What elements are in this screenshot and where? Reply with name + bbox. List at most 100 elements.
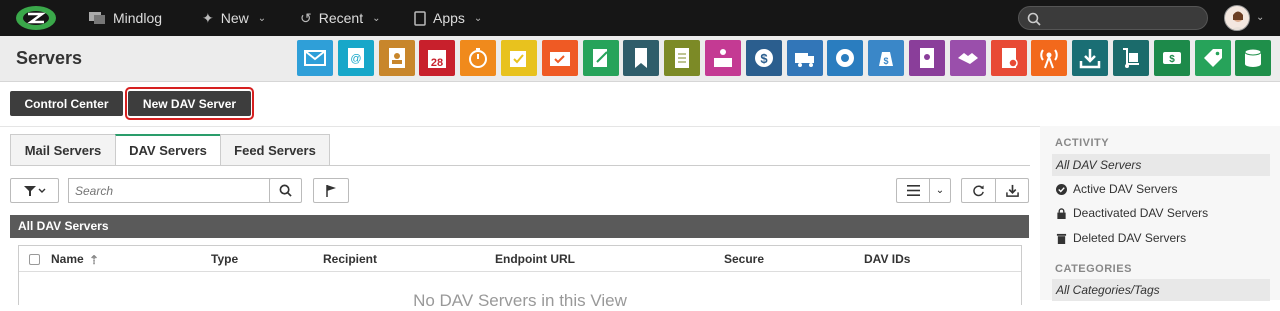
sidebar-item-deactivated-dav-servers[interactable]: Deactivated DAV Servers	[1052, 202, 1270, 224]
sidebar-item-deleted-dav-servers[interactable]: Deleted DAV Servers	[1052, 227, 1270, 249]
lock-icon	[1057, 207, 1066, 219]
search-button[interactable]	[269, 178, 302, 203]
svg-text:$: $	[1169, 54, 1175, 65]
trash-icon	[1056, 233, 1067, 244]
tasks-icon[interactable]	[501, 40, 537, 76]
chevron-down-icon: ⌄	[372, 12, 381, 24]
tabs-baseline	[10, 165, 1030, 166]
hand-truck-icon[interactable]	[1113, 40, 1149, 76]
empty-state-text: No DAV Servers in this View	[413, 291, 627, 310]
zoho-logo-icon[interactable]	[14, 4, 58, 32]
list-view-button[interactable]	[896, 178, 929, 203]
new-menu[interactable]: ✦ New ⌄	[202, 0, 266, 36]
tablet-icon	[414, 10, 426, 26]
column-header-row: Name ⇡ Type Recipient Endpoint URL Secur…	[19, 246, 1021, 272]
monitor-icon	[89, 12, 105, 24]
tab-feed-servers[interactable]: Feed Servers	[220, 134, 330, 166]
new-label: New	[220, 10, 249, 26]
search-icon	[1027, 12, 1041, 26]
dollar-icon[interactable]: $	[745, 40, 782, 76]
right-sidebar: ACTIVITY All DAV Servers Active DAV Serv…	[1040, 126, 1280, 301]
refresh-icon	[973, 185, 984, 197]
divider	[0, 126, 1040, 127]
sidebar-item-label: All Categories/Tags	[1056, 283, 1160, 297]
sidebar-item-all-dav-servers[interactable]: All DAV Servers	[1052, 154, 1270, 176]
bookmark-icon[interactable]	[623, 40, 660, 76]
svg-text:$: $	[760, 51, 768, 66]
history-icon: ↺	[300, 9, 312, 26]
grid-table: Name ⇡ Type Recipient Endpoint URL Secur…	[18, 245, 1022, 310]
page-title: Servers	[16, 48, 83, 68]
control-center-button[interactable]: Control Center	[10, 91, 123, 116]
truck-icon[interactable]	[786, 40, 823, 76]
search-input[interactable]	[68, 178, 270, 203]
grid-title-bar: All DAV Servers	[10, 215, 1029, 238]
sidebar-item-label: Deactivated DAV Servers	[1073, 206, 1209, 220]
sidebar-item-label: Deleted DAV Servers	[1073, 231, 1187, 245]
sidebar-item-all-categories[interactable]: All Categories/Tags	[1052, 279, 1270, 301]
top-navigation-bar: Mindlog ✦ New ⌄ ↺ Recent ⌄ Apps ⌄ ⌄	[0, 0, 1280, 36]
column-secure[interactable]: Secure	[724, 252, 764, 266]
notes-icon[interactable]	[582, 40, 619, 76]
sidebar-item-active-dav-servers[interactable]: Active DAV Servers	[1052, 178, 1270, 200]
stopwatch-icon[interactable]	[460, 40, 497, 76]
apps-label: Apps	[433, 10, 465, 26]
view-options-dropdown[interactable]: ⌄	[929, 178, 951, 203]
calendar-icon[interactable]: 28	[419, 40, 456, 76]
document-icon[interactable]	[664, 40, 701, 76]
tab-dav-servers[interactable]: DAV Servers	[115, 134, 221, 166]
recent-label: Recent	[318, 10, 364, 26]
svg-text:@: @	[350, 53, 361, 65]
price-tag-icon[interactable]	[1194, 40, 1231, 76]
chevron-down-icon: ⌄	[257, 12, 267, 24]
global-search-input[interactable]	[1018, 6, 1208, 30]
svg-text:28: 28	[431, 57, 443, 69]
download-icon[interactable]	[1072, 40, 1109, 76]
mindlog-label: Mindlog	[113, 10, 163, 26]
sparkle-icon: ✦	[202, 9, 214, 26]
chevron-down-icon[interactable]: ⌄	[1256, 12, 1264, 23]
flag-icon	[326, 185, 336, 197]
broadcast-icon[interactable]	[1031, 40, 1068, 76]
money-bag-icon[interactable]: $	[868, 40, 905, 76]
support-icon[interactable]	[827, 40, 864, 76]
award-icon[interactable]	[909, 40, 945, 76]
recent-menu[interactable]: ↺ Recent ⌄	[300, 0, 380, 36]
folder-check-icon[interactable]	[541, 40, 578, 76]
database-icon[interactable]	[1235, 40, 1272, 76]
sidebar-item-label: Active DAV Servers	[1073, 182, 1178, 196]
tab-mail-servers[interactable]: Mail Servers	[10, 134, 116, 166]
column-dav-ids[interactable]: DAV IDs	[864, 252, 910, 266]
sidebar-item-label: All DAV Servers	[1056, 158, 1142, 172]
refresh-button[interactable]	[961, 178, 995, 203]
cash-stack-icon[interactable]: $	[1153, 40, 1190, 76]
column-type[interactable]: Type	[211, 252, 238, 266]
chevron-down-icon: ⌄	[935, 185, 945, 196]
select-all-checkbox[interactable]	[29, 254, 40, 265]
download-icon	[1005, 184, 1019, 197]
sort-ascending-icon[interactable]: ⇡	[89, 253, 99, 267]
chevron-down-icon: ⌄	[473, 12, 483, 24]
register-icon[interactable]	[705, 40, 741, 76]
column-name[interactable]: Name	[51, 252, 84, 266]
at-book-icon[interactable]: @	[337, 40, 374, 76]
search-icon	[279, 184, 292, 197]
categories-heading: CATEGORIES	[1055, 263, 1132, 275]
column-recipient[interactable]: Recipient	[323, 252, 377, 266]
filter-icon	[23, 185, 45, 196]
flag-button[interactable]	[313, 178, 349, 203]
handshake-icon[interactable]	[949, 40, 986, 76]
apps-menu[interactable]: Apps ⌄	[414, 0, 482, 36]
mail-icon[interactable]	[297, 40, 333, 76]
activity-heading: ACTIVITY	[1055, 137, 1110, 149]
check-circle-icon	[1056, 183, 1067, 195]
filter-dropdown-button[interactable]	[10, 178, 59, 203]
contract-icon[interactable]	[990, 40, 1027, 76]
column-endpoint-url[interactable]: Endpoint URL	[495, 252, 575, 266]
mindlog-menu[interactable]: Mindlog	[88, 0, 162, 36]
contacts-icon[interactable]	[378, 40, 415, 76]
export-button[interactable]	[995, 178, 1029, 203]
user-avatar[interactable]	[1224, 5, 1250, 31]
svg-text:$: $	[884, 56, 889, 66]
new-dav-server-button[interactable]: New DAV Server	[128, 91, 251, 116]
